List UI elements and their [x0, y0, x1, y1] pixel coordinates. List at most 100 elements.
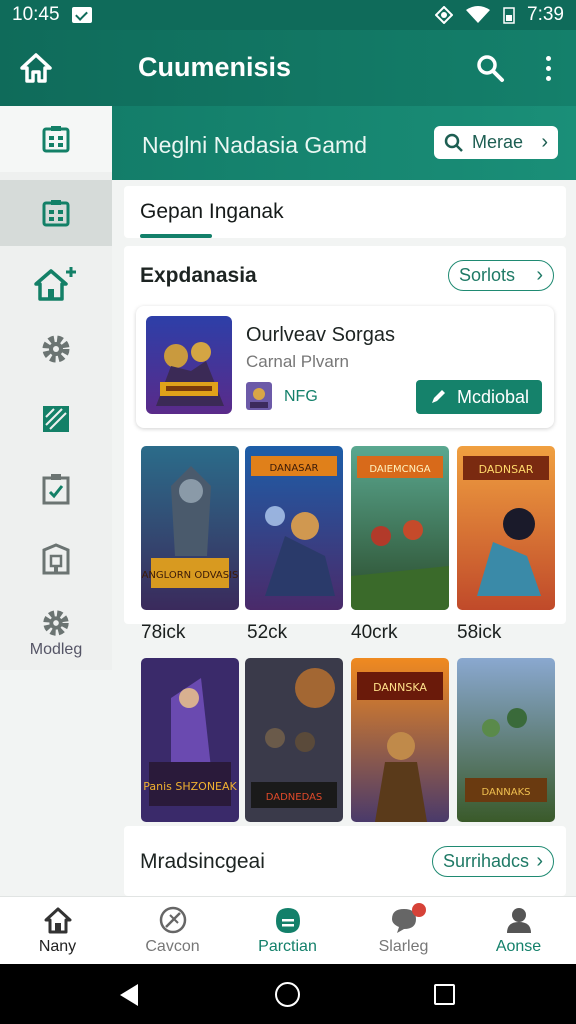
system-back-icon[interactable]	[120, 984, 138, 1006]
nav-label: Aonse	[495, 938, 542, 955]
nav-item-aonse[interactable]: Aonse	[461, 897, 576, 965]
more-options-button[interactable]	[532, 48, 564, 88]
nav-item-slarleg[interactable]: Slarleg	[346, 897, 461, 965]
rail-item-building[interactable]	[0, 526, 112, 592]
message-icon	[71, 7, 92, 23]
surrihadcs-label: Surrihadcs	[443, 851, 530, 871]
notification-badge	[412, 903, 426, 917]
game-art-title: DANNAKS	[481, 787, 530, 798]
rail-item-home-add[interactable]	[0, 250, 112, 316]
slash-box-icon	[43, 406, 69, 432]
navigation-rail: Modleg	[0, 106, 112, 670]
home-icon	[44, 907, 71, 934]
more-chip-button[interactable]: Merae ›	[434, 126, 558, 159]
app-bar: Cuumenisis	[0, 30, 576, 106]
game-tile[interactable]: Panis SHZONEAK	[141, 658, 239, 822]
home-back-icon	[20, 53, 52, 83]
game-art-title: Panis SHZONEAK	[143, 780, 237, 793]
game-tile[interactable]: DADNSAR	[457, 446, 555, 610]
home-back-button[interactable]	[14, 46, 58, 90]
section-title: Mradsincgeai	[140, 850, 265, 873]
search-icon	[444, 133, 463, 152]
nav-label: Parctian	[258, 938, 317, 955]
game-art-title: DANASAR	[269, 463, 318, 474]
calendar-grid-icon	[42, 200, 70, 227]
search-icon	[477, 55, 504, 82]
sorlots-label: Sorlots	[459, 265, 516, 285]
nav-item-parctian[interactable]: Parctian	[230, 897, 345, 965]
game-tile[interactable]: DANNSKA	[351, 658, 449, 822]
featured-subtitle: Carnal Plvarn	[246, 352, 349, 371]
featured-mini-thumb	[246, 382, 272, 410]
nav-item-cavcon[interactable]: Cavcon	[115, 897, 230, 965]
content-panel: Gepan Inganak Expdanasia Sorlots › Ourlv…	[124, 186, 566, 896]
more-vert-icon	[545, 55, 551, 61]
featured-title: Ourlveav Sorgas	[246, 324, 395, 346]
rail-spacer	[0, 670, 112, 896]
bag-icon	[275, 908, 300, 933]
tab-indicator	[140, 234, 212, 238]
rail-item-calendar[interactable]	[0, 106, 112, 172]
system-recents-icon[interactable]	[434, 984, 455, 1005]
chevron-right-icon: ›	[536, 264, 543, 286]
section-title: Expdanasia	[140, 264, 257, 287]
game-downloads: 40crk	[351, 622, 398, 643]
featured-game-art	[146, 316, 232, 414]
building-icon	[42, 543, 70, 575]
home-add-icon	[34, 267, 76, 301]
game-art-title: DAIEMCNGA	[369, 464, 430, 475]
sorlots-button[interactable]: Sorlots ›	[448, 260, 554, 291]
game-tile[interactable]: DANASAR	[245, 446, 343, 610]
system-navigation-bar	[0, 964, 576, 1024]
header-subtitle: Neglni Nadasia Gamd	[142, 132, 368, 158]
search-button[interactable]	[470, 48, 510, 88]
header-band: Neglni Nadasia Gamd Merae ›	[112, 106, 576, 180]
game-art-title: ANGLORN ODVASIS	[142, 570, 239, 581]
chevron-right-icon: ›	[536, 850, 543, 872]
game-art-title: DADNEDAS	[266, 792, 323, 803]
game-tile[interactable]: ANGLORN ODVASIS	[141, 446, 239, 610]
game-downloads: 58ick	[457, 622, 502, 643]
more-chip-label: Merae	[472, 132, 524, 152]
status-time-right: 7:39	[527, 4, 564, 25]
section-mradsincgeai: Mradsincgeai Surrihadcs ›	[124, 826, 566, 896]
featured-card[interactable]: Ourlveav Sorgas Carnal Plvarn NFG Mcdiob…	[136, 306, 554, 428]
rail-item-settings[interactable]	[0, 316, 112, 382]
nav-item-nany[interactable]: Nany	[0, 897, 115, 965]
wifi-icon	[466, 6, 491, 23]
rail-item-reports[interactable]	[0, 386, 112, 452]
nav-label: Slarleg	[378, 938, 429, 955]
install-button[interactable]: Mcdiobal	[416, 380, 542, 414]
signal-icon	[435, 6, 454, 24]
calendar-grid-icon	[42, 126, 70, 153]
person-icon	[506, 908, 531, 933]
game-tile[interactable]: DANNAKS	[457, 658, 555, 822]
gear-icon	[43, 610, 69, 636]
rail-item-modleg[interactable]: Modleg	[0, 600, 112, 666]
system-home-icon[interactable]	[275, 982, 300, 1007]
nav-label: Nany	[38, 938, 77, 955]
app-title: Cuumenisis	[138, 52, 292, 82]
no-entry-icon	[159, 906, 186, 934]
rail-item-tasks[interactable]	[0, 456, 112, 522]
bottom-navigation: Nany Cavcon Parctian Slarleg Aonse	[0, 896, 576, 964]
game-art-title: DANNSKA	[373, 681, 427, 694]
gear-icon	[42, 335, 70, 363]
game-tile[interactable]: DADNEDAS	[245, 658, 343, 822]
tab-card: Gepan Inganak	[124, 186, 566, 238]
status-bar: 10:45 7:39	[0, 0, 576, 30]
battery-icon	[503, 7, 515, 24]
chevron-right-icon: ›	[541, 131, 548, 153]
nav-label: Cavcon	[145, 938, 200, 955]
surrihadcs-button[interactable]: Surrihadcs ›	[432, 846, 554, 877]
rail-item-label: Modleg	[29, 641, 83, 658]
pencil-icon	[431, 390, 445, 403]
game-art-title: DADNSAR	[479, 463, 534, 476]
install-label: Mcdiobal	[456, 386, 530, 407]
status-time-left: 10:45	[12, 4, 60, 25]
checklist-icon	[42, 474, 70, 505]
game-tile[interactable]: DAIEMCNGA	[351, 446, 449, 610]
game-downloads: 52ck	[247, 622, 288, 643]
rail-item-schedule[interactable]	[0, 180, 112, 246]
tab-gepan[interactable]: Gepan Inganak	[140, 200, 284, 224]
